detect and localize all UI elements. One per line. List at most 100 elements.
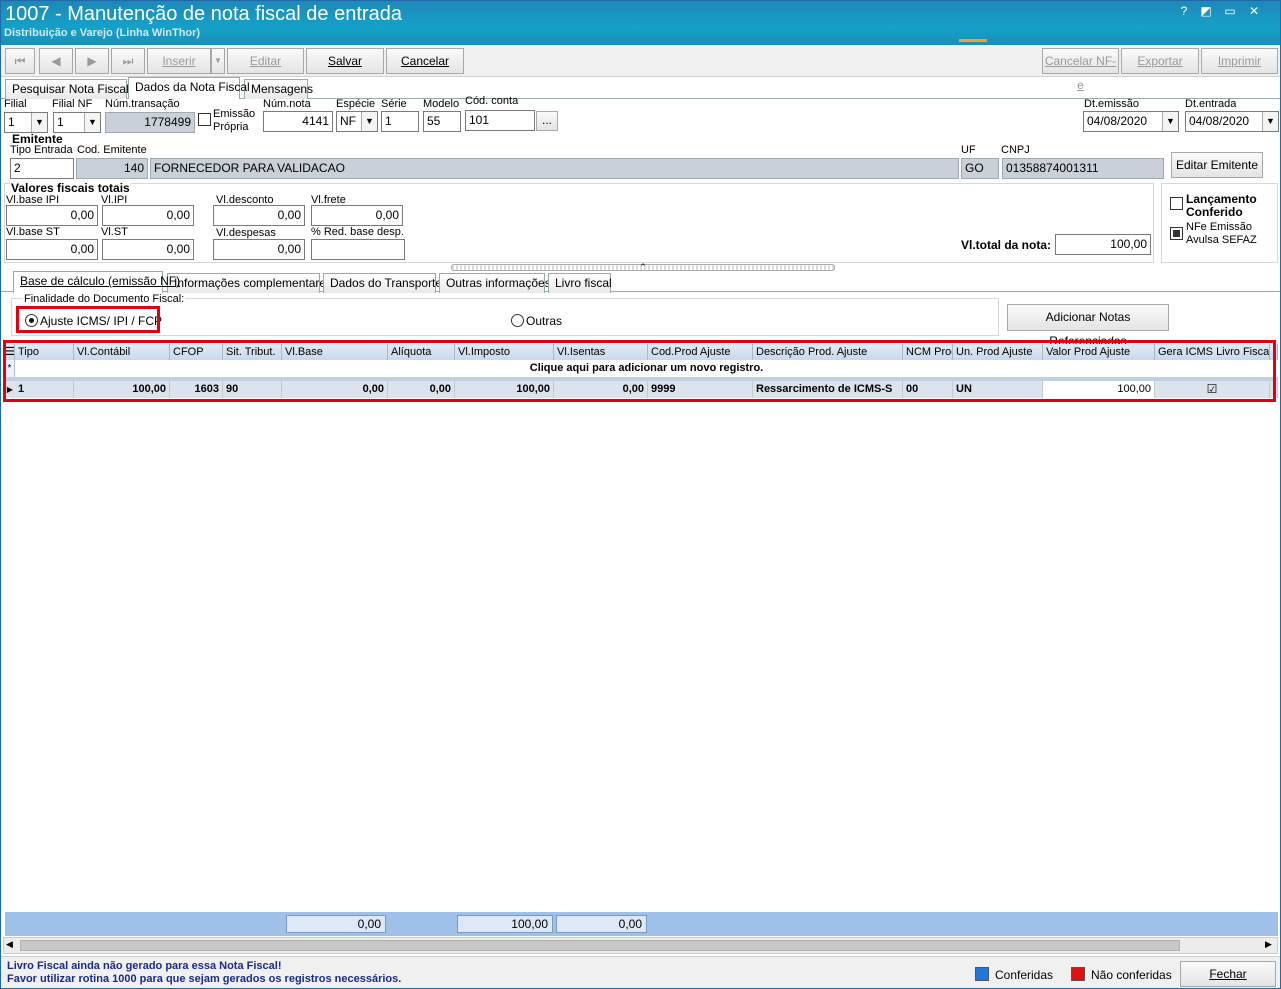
scroll-left-icon[interactable]: ◀	[6, 939, 13, 950]
valores-title: Valores fiscais totais	[10, 181, 131, 195]
filial-nf-select[interactable]: 1 ▼	[53, 112, 101, 133]
tab-mensagens[interactable]: Mensagens	[244, 79, 313, 99]
chevron-down-icon: ▼	[1262, 112, 1278, 131]
especie-label: Espécie	[336, 98, 376, 110]
exportar-button[interactable]: Exportar	[1121, 48, 1199, 74]
prev-record-button[interactable]: ◀	[39, 48, 73, 74]
red-base-field[interactable]	[311, 239, 405, 260]
horizontal-scrollbar[interactable]: ◀ ▶	[3, 937, 1278, 954]
last-record-button[interactable]: ⏭	[111, 48, 145, 74]
num-transacao-field: 1778499	[105, 112, 195, 133]
status-line2: Favor utilizar rotina 1000 para que seja…	[7, 973, 402, 985]
serie-field[interactable]: 1	[381, 111, 419, 132]
close-icon[interactable]: ✕	[1245, 3, 1263, 19]
inserir-dropdown-icon[interactable]: ▼	[211, 48, 225, 74]
splitter-handle[interactable]: ⌃	[451, 263, 835, 272]
vl-despesas-field[interactable]: 0,00	[213, 239, 305, 260]
vl-base-ipi-field[interactable]: 0,00	[6, 205, 98, 226]
avulsa-sefaz-label: Avulsa SEFAZ	[1186, 234, 1257, 246]
help-icon[interactable]: ?	[1175, 3, 1193, 19]
nao-conferidas-label: Não conferidas	[1091, 968, 1172, 982]
emissao-propria-checkbox[interactable]	[198, 113, 211, 126]
vl-ipi-field[interactable]: 0,00	[102, 205, 194, 226]
first-record-button[interactable]: ⏮	[5, 48, 35, 74]
tab-outras-informacoes[interactable]: Outras informações	[439, 273, 551, 293]
filial-nf-label: Filial NF	[52, 98, 93, 110]
outras-radio[interactable]	[511, 314, 524, 327]
cancelar-nfe-button[interactable]: Cancelar NF-e	[1042, 48, 1119, 92]
vl-despesas-label: Vl.despesas	[216, 227, 276, 239]
restore-icon[interactable]: ◩	[1197, 3, 1215, 19]
fechar-button[interactable]: Fechar	[1180, 961, 1276, 987]
conferido-label: Conferido	[1186, 205, 1243, 219]
dt-entrada-label: Dt.entrada	[1185, 98, 1237, 110]
chevron-down-icon: ▼	[361, 112, 377, 131]
editar-label: Editar	[249, 54, 282, 68]
dt-entrada-picker[interactable]: 04/08/2020 ▼	[1185, 111, 1279, 132]
grid-highlight-box	[3, 340, 1276, 402]
cancelar-button[interactable]: Cancelar	[386, 48, 464, 74]
emitente-nome-field: FORNECEDOR PARA VALIDACAO	[150, 158, 959, 179]
tab-info-complementares[interactable]: Informações complementares	[167, 273, 332, 293]
vl-base-st-label: Vl.base ST	[6, 226, 60, 238]
emissao-propria-label: Emissão	[213, 108, 256, 120]
cod-emitente-field: 140	[76, 158, 148, 179]
especie-select[interactable]: NF ▼	[336, 111, 378, 132]
salvar-button[interactable]: Salvar	[306, 48, 384, 74]
cancelar-label: Cancelar	[400, 54, 450, 68]
modelo-field[interactable]: 55	[423, 111, 461, 132]
num-transacao-label: Núm.transação	[105, 98, 180, 110]
cod-conta-search-button[interactable]: ...	[536, 111, 558, 131]
inserir-label: Inserir	[162, 54, 196, 68]
tab-dados-transporte[interactable]: Dados do Transporte	[323, 273, 442, 293]
adicionar-notas-button[interactable]: Adicionar Notas Referenciadas	[1007, 304, 1169, 348]
vl-st-label: Vl.ST	[101, 226, 128, 238]
num-nota-field[interactable]: 4141	[263, 111, 333, 132]
vl-total-field[interactable]: 100,00	[1055, 234, 1151, 255]
tab-dados-nota[interactable]: Dados da Nota Fiscal	[128, 77, 250, 99]
red-base-label: % Red. base desp.	[311, 226, 404, 238]
filial-select[interactable]: 1 ▼	[4, 112, 48, 133]
nfe-emissao-label: NFe Emissão	[1186, 221, 1253, 233]
cod-conta-field[interactable]: 101	[465, 110, 535, 131]
scroll-right-icon[interactable]: ▶	[1265, 939, 1272, 950]
window-subtitle: Distribuição e Varejo (Linha WinThor)	[4, 27, 201, 39]
maximize-icon[interactable]: ▭	[1221, 3, 1239, 19]
exportar-label: Exportar	[1137, 54, 1183, 68]
scroll-thumb[interactable]	[20, 940, 1180, 951]
window-title: 1007 - Manutenção de nota fiscal de entr…	[5, 3, 402, 25]
especie-value: NF	[340, 114, 356, 128]
vl-desconto-field[interactable]: 0,00	[213, 205, 305, 226]
vl-total-label: Vl.total da nota:	[961, 238, 1051, 252]
imprimir-button[interactable]: Imprimir	[1201, 48, 1278, 74]
title-bar: 1007 - Manutenção de nota fiscal de entr…	[1, 1, 1280, 45]
chevron-down-icon: ▼	[84, 113, 100, 132]
editar-button[interactable]: Editar	[227, 48, 304, 74]
cnpj-field: 01358874001311	[1002, 158, 1164, 179]
tab-pesquisar[interactable]: Pesquisar Nota Fiscal	[5, 79, 129, 99]
tab-base-calculo-label: Base de cálculo (emissão NF)	[20, 274, 181, 288]
nfe-avulsa-checkbox[interactable]	[1170, 227, 1183, 240]
inserir-button[interactable]: Inserir	[147, 48, 211, 74]
filial-label: Filial	[4, 98, 27, 110]
salvar-label: Salvar	[327, 54, 362, 68]
accent-bar	[959, 39, 987, 42]
vl-st-field[interactable]: 0,00	[102, 239, 194, 260]
toolbar: ⏮ ◀ ▶ ⏭ Inserir ▼ Editar Salvar Cancelar…	[1, 45, 1280, 92]
filial-value: 1	[8, 115, 15, 129]
lancamento-label: Lançamento	[1186, 192, 1257, 206]
vl-frete-field[interactable]: 0,00	[311, 205, 403, 226]
lancamento-conferido-checkbox[interactable]	[1170, 197, 1183, 210]
imprimir-label: Imprimir	[1217, 54, 1262, 68]
vl-base-st-field[interactable]: 0,00	[6, 239, 98, 260]
next-record-button[interactable]: ▶	[75, 48, 109, 74]
conferidas-legend-swatch	[975, 967, 989, 981]
tipo-entrada-field[interactable]: 2	[10, 158, 74, 179]
editar-emitente-button[interactable]: Editar Emitente	[1171, 152, 1263, 178]
tab-base-calculo[interactable]: Base de cálculo (emissão NF)	[13, 271, 180, 293]
modelo-label: Modelo	[423, 98, 460, 110]
conferidas-label: Conferidas	[995, 968, 1054, 982]
tab-livro-fiscal[interactable]: Livro fiscal	[548, 273, 612, 293]
dt-emissao-picker[interactable]: 04/08/2020 ▼	[1083, 111, 1179, 132]
status-line1: Livro Fiscal ainda não gerado para essa …	[7, 960, 282, 972]
